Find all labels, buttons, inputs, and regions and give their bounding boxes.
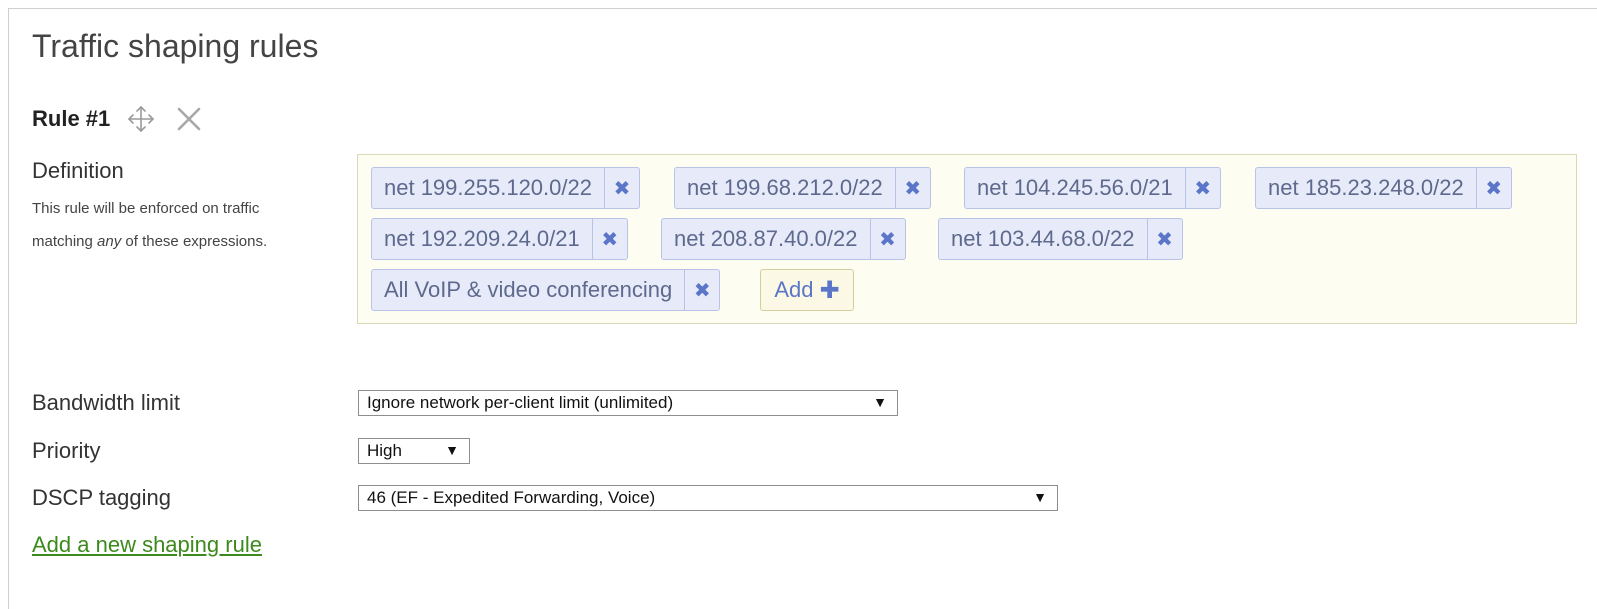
priority-value: High — [367, 441, 402, 460]
expression-token-label: net 104.245.56.0/21 — [977, 175, 1173, 200]
definition-help: This rule will be enforced on traffic ma… — [32, 192, 292, 258]
remove-token-icon[interactable]: ✖ — [894, 168, 930, 208]
add-expression-button[interactable]: Add ✚ — [760, 269, 854, 311]
dscp-tagging-label: DSCP tagging — [32, 485, 172, 510]
priority-select[interactable]: High ▼ — [358, 438, 470, 464]
expression-token: net 199.255.120.0/22 ✖ — [371, 167, 640, 209]
expression-token-label: net 192.209.24.0/21 — [384, 226, 580, 251]
add-shaping-rule-link[interactable]: Add a new shaping rule — [32, 532, 262, 558]
page-title: Traffic shaping rules — [32, 28, 319, 64]
move-arrows-icon[interactable] — [126, 104, 156, 134]
dscp-tagging-select[interactable]: 46 (EF - Expedited Forwarding, Voice) ▼ — [358, 485, 1058, 511]
remove-token-icon[interactable]: ✖ — [591, 219, 627, 259]
add-expression-label: Add — [774, 277, 814, 302]
bandwidth-limit-label: Bandwidth limit — [32, 390, 180, 415]
expression-token-label: net 103.44.68.0/22 — [951, 226, 1135, 251]
plus-icon: ✚ — [819, 276, 840, 304]
rule-title: Rule #1 — [32, 106, 111, 131]
expression-token: net 104.245.56.0/21 ✖ — [964, 167, 1221, 209]
expression-token-label: All VoIP & video conferencing — [384, 277, 673, 302]
rule-header: Rule #1 — [32, 104, 202, 134]
close-x-icon[interactable] — [176, 106, 202, 132]
expression-token: net 208.87.40.0/22 ✖ — [661, 218, 906, 260]
remove-token-icon[interactable]: ✖ — [603, 168, 639, 208]
definition-label: Definition — [32, 158, 124, 183]
remove-token-icon[interactable]: ✖ — [1475, 168, 1511, 208]
priority-label: Priority — [32, 438, 101, 463]
dropdown-arrow-icon: ▼ — [873, 394, 887, 410]
dscp-tagging-value: 46 (EF - Expedited Forwarding, Voice) — [367, 488, 656, 507]
definition-help-emphasis: any — [97, 233, 122, 250]
expression-token-label: net 199.68.212.0/22 — [687, 175, 883, 200]
definition-help-text-2: of these expressions. — [121, 233, 268, 250]
expression-token: All VoIP & video conferencing ✖ — [371, 269, 721, 311]
dropdown-arrow-icon: ▼ — [445, 442, 459, 458]
expression-token-label: net 199.255.120.0/22 — [384, 175, 592, 200]
expression-token-label: net 208.87.40.0/22 — [674, 226, 858, 251]
remove-token-icon[interactable]: ✖ — [1146, 219, 1182, 259]
expression-token: net 199.68.212.0/22 ✖ — [674, 167, 931, 209]
remove-token-icon[interactable]: ✖ — [1184, 168, 1220, 208]
expression-token: net 192.209.24.0/21 ✖ — [371, 218, 628, 260]
expression-token: net 103.44.68.0/22 ✖ — [938, 218, 1183, 260]
remove-token-icon[interactable]: ✖ — [869, 219, 905, 259]
bandwidth-limit-select[interactable]: Ignore network per-client limit (unlimit… — [358, 390, 898, 416]
expression-token-label: net 185.23.248.0/22 — [1268, 175, 1464, 200]
expression-token: net 185.23.248.0/22 ✖ — [1255, 167, 1512, 209]
bandwidth-limit-value: Ignore network per-client limit (unlimit… — [367, 393, 674, 412]
remove-token-icon[interactable]: ✖ — [684, 270, 719, 310]
dropdown-arrow-icon: ▼ — [1033, 489, 1047, 505]
definition-expressions-box: net 199.255.120.0/22 ✖ net 199.68.212.0/… — [357, 154, 1577, 324]
